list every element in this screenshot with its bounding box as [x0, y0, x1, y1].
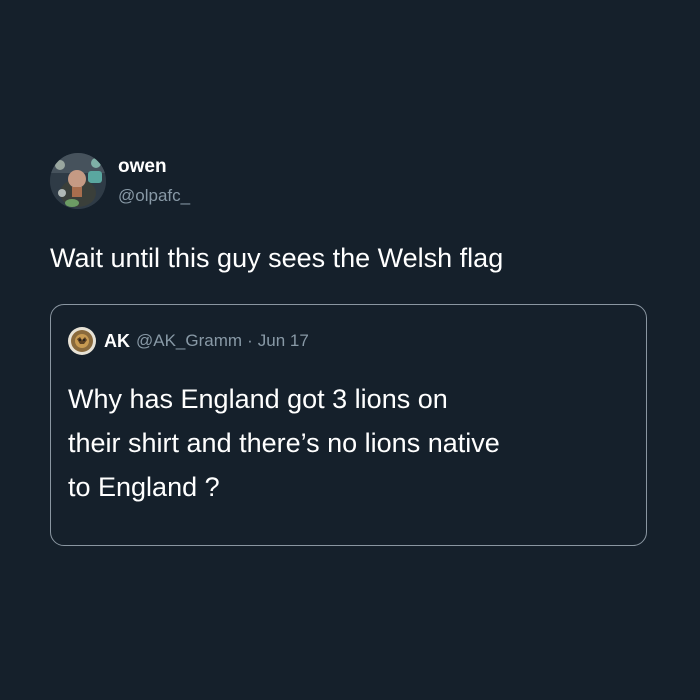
tweet-screenshot: owen @olpafc_ Wait until this guy sees t… — [0, 0, 700, 700]
author-display-name[interactable]: owen — [118, 155, 190, 179]
tweet-text: Wait until this guy sees the Welsh flag — [50, 243, 504, 273]
avatar-photo-icon — [68, 327, 96, 355]
author-names: owen @olpafc_ — [118, 155, 190, 208]
avatar-photo-icon — [50, 153, 106, 209]
quoted-tweet-text: Why has England got 3 lions on their shi… — [68, 377, 633, 509]
tweet-author[interactable]: owen @olpafc_ — [50, 153, 190, 209]
quoted-tweet-text-line: Why has England got 3 lions on — [68, 384, 448, 414]
quoted-author-display-name[interactable]: AK — [104, 331, 130, 352]
quoted-tweet-text-line: their shirt and there’s no lions native — [68, 428, 500, 458]
quoted-tweet-text-line: to England ? — [68, 472, 220, 502]
quoted-tweet-header: AK @AK_Gramm · Jun 17 — [68, 327, 309, 355]
author-handle[interactable]: @olpafc_ — [118, 184, 190, 208]
author-avatar[interactable] — [50, 153, 106, 209]
quoted-author-avatar[interactable] — [68, 327, 96, 355]
quoted-meta-separator: · — [247, 331, 253, 350]
quoted-tweet-card[interactable]: AK @AK_Gramm · Jun 17 Why has England go… — [50, 304, 647, 546]
quoted-tweet-date[interactable]: Jun 17 — [258, 331, 309, 351]
quoted-author-handle[interactable]: @AK_Gramm — [136, 331, 242, 351]
